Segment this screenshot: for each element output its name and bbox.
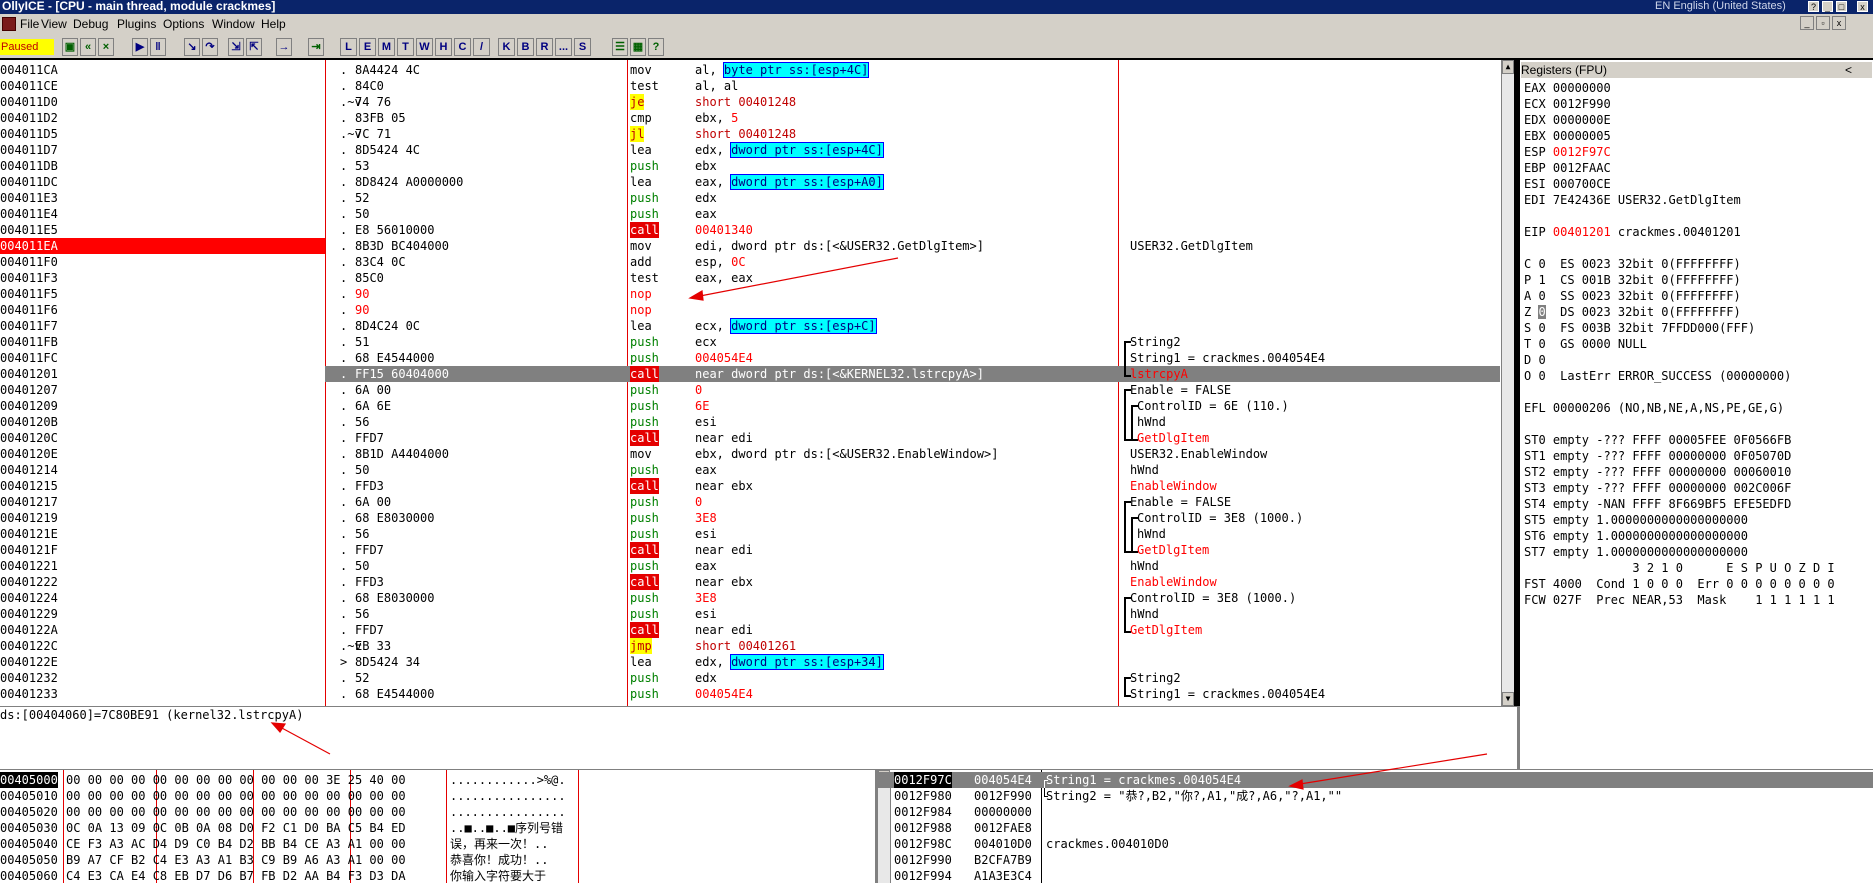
annotation-arrows <box>270 257 1488 790</box>
